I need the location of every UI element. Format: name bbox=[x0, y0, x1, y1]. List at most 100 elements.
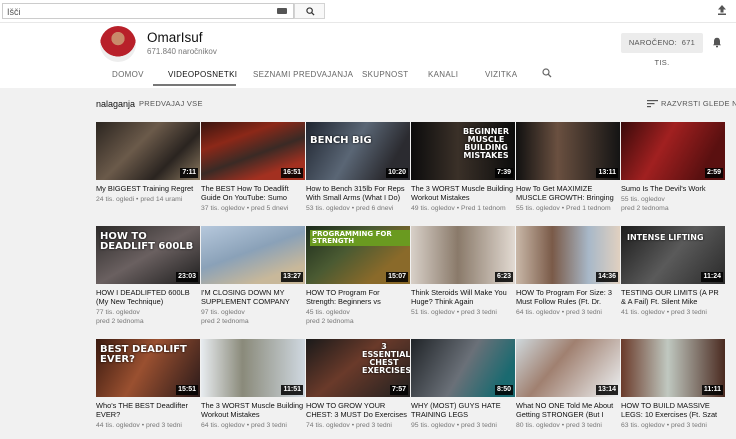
video-item[interactable]: 2:59 Sumo Is The Devil's Work 55 tis. ogle… bbox=[621, 122, 725, 222]
video-thumbnail[interactable]: 8:50 bbox=[411, 339, 515, 397]
video-thumbnail[interactable]: BEST DEADLIFT EVER? 15:51 bbox=[96, 339, 200, 397]
keyboard-icon[interactable] bbox=[277, 8, 287, 14]
video-title[interactable]: Think Steroids Will Make You Huge? Think… bbox=[411, 288, 515, 306]
video-meta: 44 tis. ogledov • pred 3 tedni bbox=[96, 421, 200, 430]
thumbnail-caption: 3 ESSENTIAL CHEST EXERCISES bbox=[362, 342, 410, 375]
video-views: 51 tis. ogledov bbox=[411, 309, 455, 316]
video-item[interactable]: 13:11 How To Get MAXIMIZE MUSCLE GROWTH: … bbox=[516, 122, 620, 222]
video-title[interactable]: What NO ONE Told Me About Getting STRONG… bbox=[516, 401, 620, 419]
video-duration: 15:51 bbox=[176, 385, 198, 395]
channel-search-icon[interactable] bbox=[542, 68, 552, 78]
video-thumbnail[interactable]: 16:51 bbox=[201, 122, 305, 180]
video-thumbnail[interactable]: PROGRAMMING FOR STRENGTH 15:07 bbox=[306, 226, 410, 284]
video-age: pred 2 tednoma bbox=[201, 318, 249, 325]
thumbnail-caption: INTENSE LIFTING bbox=[627, 233, 704, 242]
video-duration: 11:24 bbox=[701, 272, 723, 282]
tab-playlists[interactable]: SEZNAMI PREDVAJANJA bbox=[253, 70, 353, 79]
video-age: pred 2 tednoma bbox=[96, 318, 144, 325]
video-age: Pred 1 tednom bbox=[566, 205, 611, 212]
video-item[interactable]: 3 ESSENTIAL CHEST EXERCISES 7:57 HOW TO GR… bbox=[306, 339, 410, 439]
video-item[interactable]: BEST DEADLIFT EVER? 15:51 Who's THE BEST D… bbox=[96, 339, 200, 439]
video-title[interactable]: HOW TO Program For Strength: Beginners v… bbox=[306, 288, 410, 306]
video-thumbnail[interactable]: 7:11 bbox=[96, 122, 200, 180]
video-item[interactable]: 11:11 HOW TO BUILD MASSIVE LEGS: 10 Exerc… bbox=[621, 339, 725, 439]
video-title[interactable]: HOW I DEADLIFTED 600LB (My New Technique… bbox=[96, 288, 200, 306]
video-duration: 11:51 bbox=[281, 385, 303, 395]
video-item[interactable]: 11:51 The 3 WORST Muscle Building Workout… bbox=[201, 339, 305, 439]
video-title[interactable]: The 3 WORST Muscle Building Workout Mist… bbox=[411, 184, 515, 202]
video-title[interactable]: HOW TO BUILD MASSIVE LEGS: 10 Exercises … bbox=[621, 401, 725, 419]
video-thumbnail[interactable]: 6:23 bbox=[411, 226, 515, 284]
video-thumbnail[interactable]: 3 ESSENTIAL CHEST EXERCISES 7:57 bbox=[306, 339, 410, 397]
video-thumbnail[interactable]: 2:59 bbox=[621, 122, 725, 180]
video-thumbnail[interactable]: 11:11 bbox=[621, 339, 725, 397]
play-all-button[interactable]: PREDVAJAJ VSE bbox=[139, 99, 203, 108]
bell-icon[interactable] bbox=[712, 37, 722, 48]
tab-community[interactable]: SKUPNOST bbox=[362, 70, 408, 79]
video-title[interactable]: How to Bench 315lb For Reps With Small A… bbox=[306, 184, 410, 202]
video-views: 44 tis. ogledov bbox=[96, 422, 140, 429]
search-input[interactable] bbox=[7, 5, 267, 18]
video-views: 37 tis. ogledov bbox=[201, 205, 245, 212]
video-item[interactable]: BEGINNER MUSCLE BUILDING MISTAKES 7:39 The… bbox=[411, 122, 515, 222]
active-tab-indicator bbox=[153, 84, 236, 86]
thumbnail-caption: BEST DEADLIFT EVER? bbox=[100, 344, 187, 365]
subscribed-button[interactable]: NAROČENO: 671 TIS. bbox=[621, 33, 703, 67]
video-title[interactable]: My BIGGEST Training Regret bbox=[96, 184, 200, 193]
thumbnail-caption: HOW TO DEADLIFT 600LB bbox=[100, 231, 194, 252]
video-thumbnail[interactable]: 14:36 bbox=[516, 226, 620, 284]
video-title[interactable]: HOW TO GROW YOUR CHEST: 3 MUST Do Exerci… bbox=[306, 401, 410, 419]
video-item[interactable]: 6:23 Think Steroids Will Make You Huge? T… bbox=[411, 226, 515, 326]
video-duration: 16:51 bbox=[281, 168, 303, 178]
tab-about[interactable]: VIZITKA bbox=[485, 70, 517, 79]
video-thumbnail[interactable]: 13:14 bbox=[516, 339, 620, 397]
video-age: Pred 1 tednom bbox=[461, 205, 506, 212]
video-views: 45 tis. ogledov bbox=[306, 309, 350, 316]
video-age: pred 3 tedni bbox=[566, 422, 602, 429]
video-thumbnail[interactable]: HOW TO DEADLIFT 600LB 23:03 bbox=[96, 226, 200, 284]
video-title[interactable]: Who's THE BEST Deadlifter EVER? bbox=[96, 401, 200, 419]
avatar[interactable] bbox=[100, 26, 136, 62]
video-item[interactable]: PROGRAMMING FOR STRENGTH 15:07 HOW TO Prog… bbox=[306, 226, 410, 326]
video-title[interactable]: How To Get MAXIMIZE MUSCLE GROWTH: Bring… bbox=[516, 184, 620, 202]
video-title[interactable]: The BEST How To Deadlift Guide On YouTub… bbox=[201, 184, 305, 202]
video-thumbnail[interactable]: 13:27 bbox=[201, 226, 305, 284]
video-item[interactable]: INTENSE LIFTING 11:24 TESTING OUR LIMITS (… bbox=[621, 226, 725, 326]
video-age: pred 3 tedni bbox=[356, 422, 392, 429]
tab-home[interactable]: DOMOV bbox=[112, 70, 144, 79]
video-item[interactable]: 14:36 HOW To Program For Size: 3 Must Fol… bbox=[516, 226, 620, 326]
tab-videos[interactable]: VIDEOPOSNETKI bbox=[168, 70, 237, 79]
sort-button[interactable]: RAZVRSTI GLEDE NA bbox=[661, 99, 736, 108]
video-title[interactable]: Sumo Is The Devil's Work bbox=[621, 184, 725, 193]
tab-channels[interactable]: KANALI bbox=[428, 70, 458, 79]
search-icon bbox=[306, 7, 315, 16]
video-item[interactable]: 16:51 The BEST How To Deadlift Guide On Y… bbox=[201, 122, 305, 222]
video-meta: 53 tis. ogledov • pred 6 dnevi bbox=[306, 204, 410, 213]
video-thumbnail[interactable]: 13:11 bbox=[516, 122, 620, 180]
video-views: 77 tis. ogledov bbox=[96, 309, 140, 316]
video-duration: 7:57 bbox=[389, 385, 408, 395]
thumbnail-caption: BENCH BIG bbox=[310, 135, 372, 146]
video-item[interactable]: 13:14 What NO ONE Told Me About Getting S… bbox=[516, 339, 620, 439]
video-item[interactable]: 7:11 My BIGGEST Training Regret 24 tis. og… bbox=[96, 122, 200, 222]
search-button[interactable] bbox=[294, 3, 325, 19]
thumbnail-caption: BEGINNER MUSCLE BUILDING MISTAKES bbox=[462, 127, 510, 160]
video-title[interactable]: HOW To Program For Size: 3 Must Follow R… bbox=[516, 288, 620, 306]
video-thumbnail[interactable]: 11:51 bbox=[201, 339, 305, 397]
video-item[interactable]: HOW TO DEADLIFT 600LB 23:03 HOW I DEADLIFT… bbox=[96, 226, 200, 326]
search-box bbox=[2, 3, 294, 19]
video-item[interactable]: BENCH BIG 10:20 How to Bench 315lb For Rep… bbox=[306, 122, 410, 222]
video-thumbnail[interactable]: BEGINNER MUSCLE BUILDING MISTAKES 7:39 bbox=[411, 122, 515, 180]
video-title[interactable]: TESTING OUR LIMITS (A PR & A Fail) Ft. S… bbox=[621, 288, 725, 306]
video-thumbnail[interactable]: BENCH BIG 10:20 bbox=[306, 122, 410, 180]
video-item[interactable]: 8:50 WHY (MOST) GUYS HATE TRAINING LEGS 95… bbox=[411, 339, 515, 439]
video-title[interactable]: The 3 WORST Muscle Building Workout Mist… bbox=[201, 401, 305, 419]
video-thumbnail[interactable]: INTENSE LIFTING 11:24 bbox=[621, 226, 725, 284]
sort-icon[interactable] bbox=[647, 99, 658, 108]
video-title[interactable]: WHY (MOST) GUYS HATE TRAINING LEGS bbox=[411, 401, 515, 419]
video-views: 41 tis. ogledov bbox=[621, 309, 665, 316]
video-views: 55 tis. ogledov bbox=[621, 196, 665, 203]
video-title[interactable]: I'M CLOSING DOWN MY SUPPLEMENT COMPANY bbox=[201, 288, 305, 306]
upload-icon[interactable] bbox=[716, 4, 728, 16]
video-item[interactable]: 13:27 I'M CLOSING DOWN MY SUPPLEMENT COMP… bbox=[201, 226, 305, 326]
